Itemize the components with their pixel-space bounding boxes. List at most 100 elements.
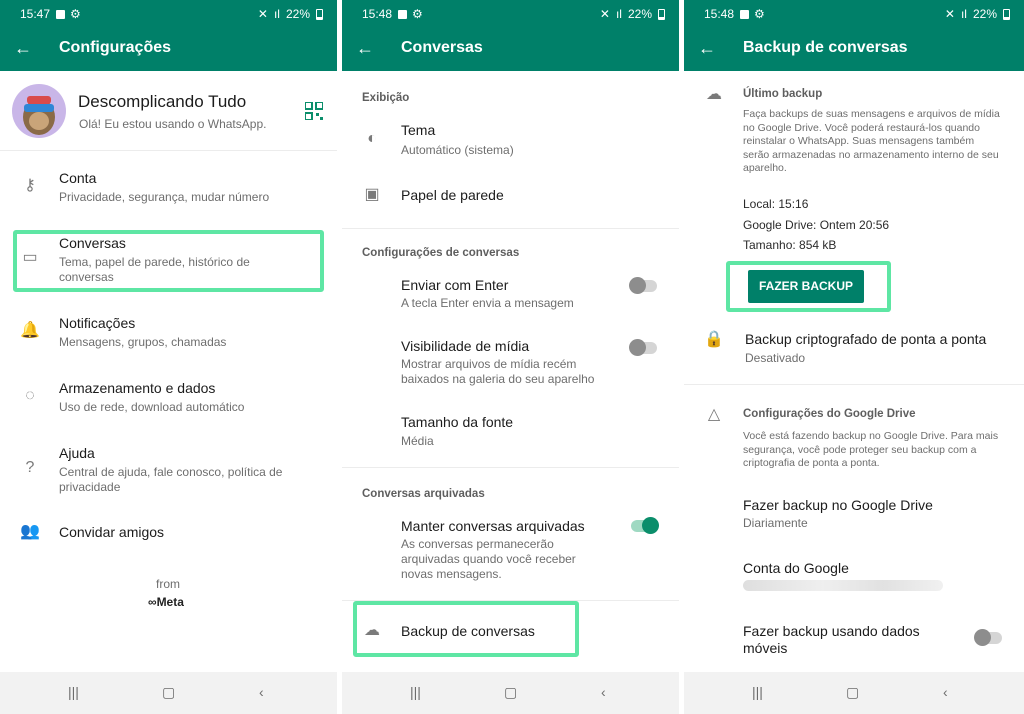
menu-item-subtitle: Central de ajuda, fale conosco, política… (59, 465, 283, 494)
enter-send-toggle[interactable] (629, 277, 657, 294)
setting-google-account[interactable]: Conta do Google (684, 554, 1024, 594)
recents-icon[interactable]: ||| (68, 684, 79, 700)
setting-media-visibility[interactable]: Visibilidade de mídia Mostrar arquivos d… (342, 332, 679, 392)
menu-item-title: Convidar amigos (59, 524, 165, 540)
setting-font-size[interactable]: Tamanho da fonte Média (342, 408, 679, 452)
lock-icon: 🔒 (704, 331, 724, 348)
menu-item-notificacoes[interactable]: 🔔 Notificações Mensagens, grupos, chamad… (0, 305, 337, 361)
setting-backup-to-drive[interactable]: Fazer backup no Google Drive Diariamente (684, 492, 1024, 532)
key-icon: ⚷ (24, 177, 36, 194)
back-nav-icon[interactable]: ‹ (943, 684, 948, 700)
qr-code-icon[interactable] (305, 102, 323, 120)
media-visibility-toggle[interactable] (629, 339, 657, 356)
highlight-box-backup (353, 601, 579, 657)
status-bar: 15:48 ⚙ ✕ ıl 22% (362, 6, 665, 22)
menu-item-title: Ajuda (59, 445, 95, 461)
recents-icon[interactable]: ||| (410, 684, 421, 700)
profile-about: Olá! Eu estou usando o WhatsApp. (79, 117, 267, 131)
last-backup-heading: Último backup (743, 88, 823, 100)
gallery-notif-icon (740, 9, 750, 19)
setting-subtitle: A tecla Enter envia a mensagem (401, 296, 574, 310)
setting-keep-archived[interactable]: Manter conversas arquivadas As conversas… (342, 512, 679, 584)
app-bar: 15:48 ⚙ ✕ ıl 22% ← Conversas (342, 0, 679, 71)
setting-title: Tamanho da fonte (401, 414, 514, 430)
chats-settings-screen: 15:48 ⚙ ✕ ıl 22% ← Conversas Exibição ◐ … (342, 0, 679, 714)
mute-icon: ✕ (257, 7, 268, 21)
bell-icon: 🔔 (20, 322, 40, 339)
menu-item-title: Armazenamento e dados (59, 380, 216, 396)
back-arrow-icon[interactable]: ← (698, 38, 716, 59)
divider (684, 384, 1024, 385)
setting-theme[interactable]: ◐ Tema Automático (sistema) (342, 116, 679, 162)
menu-item-armazenamento[interactable]: ◌ Armazenamento e dados Uso de rede, dow… (0, 370, 337, 426)
menu-item-ajuda[interactable]: ? Ajuda Central de ajuda, fale conosco, … (0, 436, 337, 498)
status-time: 15:47 (20, 7, 51, 21)
back-nav-icon[interactable]: ‹ (259, 684, 264, 700)
battery-icon (1003, 8, 1010, 20)
storage-icon: ◌ (25, 387, 35, 404)
battery-level: 22% (285, 7, 310, 21)
setting-title: Papel de parede (401, 187, 504, 203)
section-chat-settings: Configurações de conversas (362, 247, 520, 259)
menu-item-subtitle: Privacidade, segurança, mudar número (59, 190, 270, 204)
app-bar: 15:47 ⚙ ✕ ıl 22% ← Configurações (0, 0, 337, 71)
menu-item-convidar[interactable]: 👥 Convidar amigos (0, 512, 337, 552)
back-arrow-icon[interactable]: ← (14, 38, 32, 59)
android-nav-bar: ||| ▢ ‹ (342, 672, 679, 714)
divider (0, 150, 337, 151)
home-icon[interactable]: ▢ (162, 684, 175, 701)
battery-level: 22% (627, 7, 652, 21)
mute-icon: ✕ (599, 7, 610, 21)
section-display: Exibição (362, 92, 410, 104)
app-bar: 15:48 ⚙ ✕ ıl 22% ← Backup de conversas (684, 0, 1024, 71)
gallery-notif-icon (398, 9, 408, 19)
setting-wallpaper[interactable]: ▣ Papel de parede (342, 180, 679, 210)
status-time: 15:48 (362, 7, 393, 21)
setting-enter-send[interactable]: Enviar com Enter A tecla Enter envia a m… (342, 272, 679, 316)
last-backup-description: Faça backups de suas mensagens e arquivo… (743, 108, 1000, 174)
gdrive-settings-heading: Configurações do Google Drive (743, 408, 916, 420)
backup-local-time: Local: 15:16 (743, 197, 809, 211)
page-title: Conversas (401, 39, 483, 56)
footer-from: from (156, 577, 180, 591)
back-arrow-icon[interactable]: ← (356, 38, 374, 59)
home-icon[interactable]: ▢ (504, 684, 517, 701)
setting-mobile-data[interactable]: Fazer backup usando dados móveis (684, 618, 1024, 658)
setting-title: Backup criptografado de ponta a ponta (745, 331, 987, 347)
help-icon: ? (25, 459, 35, 476)
setting-subtitle: Desativado (745, 351, 806, 365)
signal-icon: ıl (960, 7, 967, 21)
gear-notif-icon: ⚙ (70, 7, 81, 21)
recents-icon[interactable]: ||| (752, 684, 763, 700)
highlight-box-conversas (13, 230, 324, 292)
meta-logo-icon: ∞ (148, 595, 157, 609)
profile-row[interactable]: Descomplicando Tudo Olá! Eu estou usando… (0, 72, 337, 150)
signal-icon: ıl (615, 7, 622, 21)
wallpaper-icon: ▣ (364, 186, 380, 203)
keep-archived-toggle[interactable] (631, 517, 659, 534)
gdrive-settings-description: Você está fazendo backup no Google Drive… (743, 430, 999, 469)
back-nav-icon[interactable]: ‹ (601, 684, 606, 700)
menu-item-title: Notificações (59, 315, 136, 331)
menu-item-conta[interactable]: ⚷ Conta Privacidade, segurança, mudar nú… (0, 160, 337, 216)
setting-subtitle: As conversas permanecerão arquivadas qua… (401, 537, 576, 581)
setting-title: Tema (401, 122, 436, 138)
gear-notif-icon: ⚙ (754, 7, 765, 21)
android-nav-bar: ||| ▢ ‹ (684, 672, 1024, 714)
profile-name: Descomplicando Tudo (78, 92, 247, 111)
avatar (12, 84, 66, 138)
mute-icon: ✕ (944, 7, 955, 21)
setting-encrypted-backup[interactable]: 🔒 Backup criptografado de ponta a ponta … (684, 326, 1024, 370)
setting-title: Fazer backup usando dados móveis (743, 623, 920, 656)
menu-item-subtitle: Uso de rede, download automático (59, 400, 245, 414)
page-title: Configurações (59, 39, 172, 56)
home-icon[interactable]: ▢ (846, 684, 859, 701)
meta-logo: ∞Meta (148, 595, 184, 609)
battery-icon (316, 8, 323, 20)
mobile-data-toggle[interactable] (974, 629, 1002, 646)
setting-subtitle: Diariamente (743, 516, 808, 530)
setting-title: Enviar com Enter (401, 277, 509, 293)
blurred-email (743, 580, 943, 591)
backup-size: Tamanho: 854 kB (743, 238, 837, 252)
setting-title: Manter conversas arquivadas (401, 518, 585, 534)
